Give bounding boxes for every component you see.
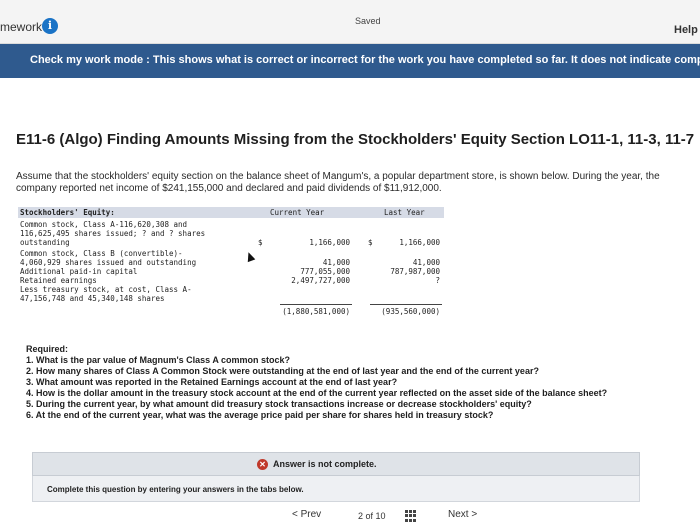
top-bar: mework i Saved Help bbox=[0, 0, 700, 44]
underline bbox=[370, 304, 442, 305]
stockholders-equity-table: Stockholders' Equity: Current Year Last … bbox=[18, 207, 444, 321]
last-value: 787,987,000 bbox=[390, 267, 440, 276]
current-value: 777,055,000 bbox=[300, 267, 350, 276]
last-value: 41,000 bbox=[412, 258, 440, 267]
list-item: 2. How many shares of Class A Common Sto… bbox=[26, 366, 539, 376]
check-mode-banner: Check my work mode : This shows what is … bbox=[0, 44, 700, 78]
banner-text: Check my work mode : This shows what is … bbox=[30, 54, 700, 66]
app-title: mework bbox=[0, 20, 43, 34]
list-item: 3. What amount was reported in the Retai… bbox=[26, 377, 398, 387]
saved-status: Saved bbox=[355, 16, 381, 26]
list-item: 6. At the end of the current year, what … bbox=[26, 410, 494, 420]
answer-status-bar: ✕ Answer is not complete. bbox=[32, 452, 640, 476]
row-label: 116,625,495 shares issued; ? and ? share… bbox=[20, 229, 206, 238]
list-item: 4. How is the dollar amount in the treas… bbox=[26, 388, 608, 398]
required-section: Required: 1. What is the par value of Ma… bbox=[26, 344, 666, 421]
list-item: 1. What is the par value of Magnum's Cla… bbox=[26, 355, 291, 365]
row-label: Additional paid-in capital bbox=[20, 267, 138, 276]
current-value: 2,497,727,000 bbox=[291, 276, 350, 285]
current-value: (1,880,581,000) bbox=[282, 307, 350, 316]
question-intro: Assume that the stockholders' equity sec… bbox=[16, 171, 660, 194]
table-header-label: Stockholders' Equity: bbox=[20, 208, 115, 217]
row-label: Retained earnings bbox=[20, 276, 97, 285]
last-value: ? bbox=[435, 276, 440, 285]
column-current-year: Current Year bbox=[270, 208, 325, 217]
row-label: Less treasury stock, at cost, Class A- bbox=[20, 285, 192, 294]
dollar-sign: $ bbox=[258, 238, 263, 247]
row-label: Common stock, Class B (convertible)- bbox=[20, 249, 183, 258]
help-button[interactable]: Help bbox=[674, 24, 698, 36]
grid-icon[interactable] bbox=[405, 510, 417, 522]
next-button[interactable]: Next > bbox=[448, 509, 477, 520]
page-indicator: 2 of 10 bbox=[358, 511, 386, 521]
row-label: Common stock, Class A-116,620,308 and bbox=[20, 220, 188, 229]
question-title: E11-6 (Algo) Finding Amounts Missing fro… bbox=[16, 131, 695, 148]
current-value: 41,000 bbox=[322, 258, 350, 267]
info-icon[interactable]: i bbox=[42, 18, 58, 34]
instructions-text: Complete this question by entering your … bbox=[47, 485, 304, 494]
answer-status-text: Answer is not complete. bbox=[273, 459, 377, 469]
last-value: (935,560,000) bbox=[381, 307, 440, 316]
required-list: 1. What is the par value of Magnum's Cla… bbox=[26, 355, 666, 421]
required-title: Required: bbox=[26, 344, 69, 354]
instructions-box: Complete this question by entering your … bbox=[32, 476, 640, 502]
question-navigation: < Prev 2 of 10 Next > bbox=[0, 505, 700, 525]
underline bbox=[280, 304, 352, 305]
current-value: 1,166,000 bbox=[309, 238, 350, 247]
list-item: 5. During the current year, by what amou… bbox=[26, 399, 532, 409]
dollar-sign: $ bbox=[368, 238, 373, 247]
row-label: 4,060,929 shares issued and outstanding bbox=[20, 258, 197, 267]
error-x-icon: ✕ bbox=[257, 459, 268, 470]
column-last-year: Last Year bbox=[384, 208, 425, 217]
row-label: 47,156,748 and 45,340,148 shares bbox=[20, 294, 165, 303]
prev-button[interactable]: < Prev bbox=[292, 509, 321, 520]
last-value: 1,166,000 bbox=[399, 238, 440, 247]
row-label: outstanding bbox=[20, 238, 70, 247]
